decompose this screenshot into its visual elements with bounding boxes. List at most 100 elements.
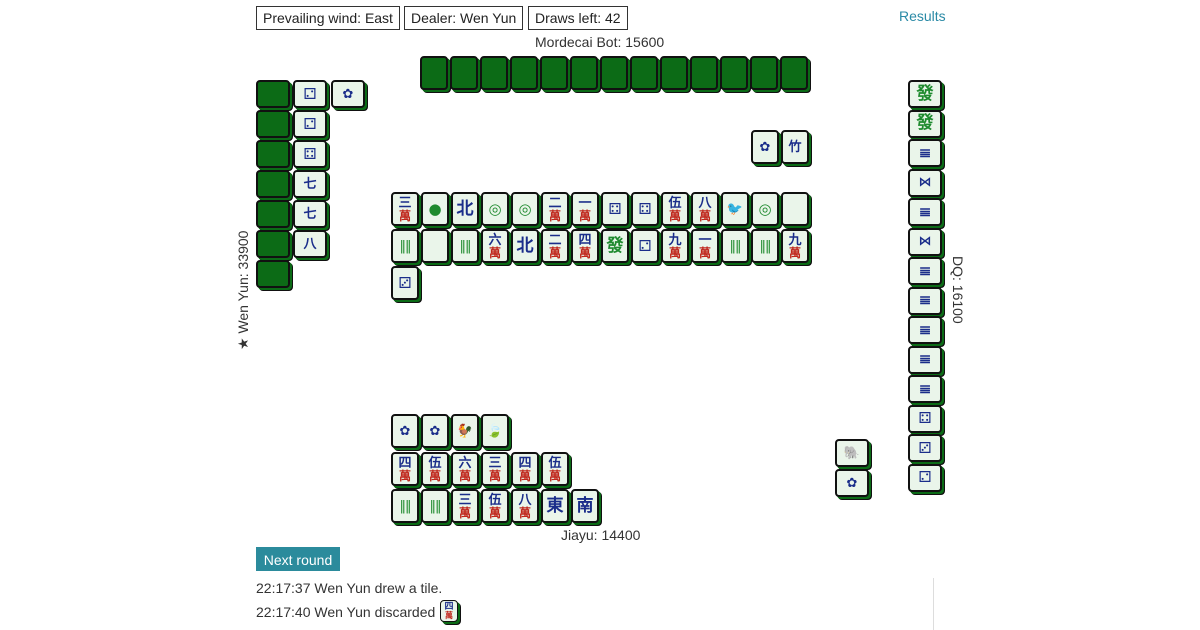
- discard-tile: ⚂: [391, 266, 419, 300]
- left-hand-tile: [256, 80, 290, 108]
- right-meld-tile: 𝍣: [908, 198, 942, 226]
- discard-tile: 北: [451, 192, 479, 226]
- top-hand-tile: [750, 56, 778, 90]
- left-meld-tile: ⚁: [293, 110, 327, 138]
- bottom-meld-tile: 六萬: [451, 452, 479, 486]
- right-meld-tile: 𝍣: [908, 345, 942, 374]
- discard-tile: ‖‖: [391, 229, 419, 263]
- discard-tile: 北: [511, 229, 539, 263]
- discard-tile: ‖‖: [751, 229, 779, 263]
- right-meld-tile: ⚂: [908, 434, 942, 462]
- player-bottom-label: Jiayu: 14400: [561, 527, 641, 543]
- discard-tile: 九萬: [781, 229, 809, 263]
- left-hand-tile: [256, 110, 290, 138]
- discard-tile: ⚁: [631, 229, 659, 263]
- top-hand-tile: [780, 56, 808, 90]
- bottom-hand-tile[interactable]: ‖‖: [391, 489, 419, 523]
- right-meld-tile: 𝍣: [908, 286, 942, 315]
- bottom-meld-tile: 伍萬: [421, 452, 449, 486]
- top-hand-tile: [480, 56, 508, 90]
- bottom-hand-tile[interactable]: 八萬: [511, 489, 539, 523]
- bottom-bonus-tile: 🐓: [451, 414, 479, 448]
- dealer-badge: Dealer: Wen Yun: [404, 6, 524, 30]
- top-hand-tile: [510, 56, 538, 90]
- discard-tile: 二萬: [541, 229, 569, 263]
- prevailing-wind-badge: Prevailing wind: East: [256, 6, 400, 30]
- log-divider: [933, 578, 934, 630]
- top-hand-tile: [630, 56, 658, 90]
- top-hand-tile: [540, 56, 568, 90]
- top-bonus-tile: ✿: [751, 130, 779, 164]
- left-hand-tile: [256, 260, 290, 288]
- right-meld-tile: 𝍣: [908, 139, 942, 167]
- right-bonus-tile: 🐘: [835, 439, 869, 467]
- discard-tile: [781, 192, 809, 226]
- discard-tile: ⚃: [601, 192, 629, 226]
- right-meld-tile: 發: [908, 80, 942, 108]
- player-left-label: ★ Wen Yun: 33900: [235, 230, 251, 350]
- right-meld-tile: ⋈: [908, 227, 942, 256]
- right-meld-tile: 發: [908, 109, 942, 138]
- discard-tile: 八萬: [691, 192, 719, 226]
- top-hand-tile: [690, 56, 718, 90]
- discard-tile: ◎: [481, 192, 509, 226]
- player-right-label: DQ: 16100: [950, 256, 966, 324]
- right-meld-tile: 𝍣: [908, 257, 942, 285]
- bottom-bonus-tile: ✿: [421, 414, 449, 448]
- discard-tile: 🐦: [721, 192, 749, 226]
- discard-tile: 六萬: [481, 229, 509, 263]
- discard-tile: ◎: [511, 192, 539, 226]
- bottom-hand-tile[interactable]: 伍萬: [481, 489, 509, 523]
- left-flower-tile: ✿: [331, 80, 365, 108]
- left-meld-tile: ⚃: [293, 140, 327, 168]
- left-meld-tile: ⚁: [293, 80, 327, 108]
- left-hand-tile: [256, 230, 290, 258]
- bottom-meld-tile: 三萬: [481, 452, 509, 486]
- right-meld-tile: 𝍣: [908, 375, 942, 403]
- bottom-hand-tile[interactable]: 南: [571, 489, 599, 523]
- log-entry: 22:17:40 Wen Yun discarded: [256, 604, 436, 620]
- left-hand-tile: [256, 170, 290, 198]
- discard-tile: [421, 229, 449, 263]
- bottom-hand-tile[interactable]: ‖‖: [421, 489, 449, 523]
- log-entry: 22:17:37 Wen Yun drew a tile.: [256, 580, 443, 596]
- discard-tile: ‖‖: [451, 229, 479, 263]
- next-round-button[interactable]: Next round: [256, 547, 340, 571]
- discard-tile: ◎: [751, 192, 779, 226]
- bottom-bonus-tile: ✿: [391, 414, 419, 448]
- discard-tile: ●: [421, 192, 449, 226]
- discard-tile: 九萬: [661, 229, 689, 263]
- right-bonus-tile: ✿: [835, 469, 869, 497]
- bottom-bonus-tile: 🍃: [481, 414, 509, 448]
- discard-tile: 一萬: [691, 229, 719, 263]
- left-hand-tile: [256, 200, 290, 228]
- discard-tile: 一萬: [571, 192, 599, 226]
- top-hand-tile: [720, 56, 748, 90]
- results-link[interactable]: Results: [899, 8, 946, 24]
- discard-tile: ‖‖: [721, 229, 749, 263]
- right-meld-tile: ⋈: [908, 168, 942, 197]
- top-hand-tile: [420, 56, 448, 90]
- discard-tile: 三萬: [391, 192, 419, 226]
- right-meld-tile: 𝍣: [908, 316, 942, 344]
- left-meld-tile: 七: [293, 200, 327, 228]
- draws-left-badge: Draws left: 42: [528, 6, 628, 30]
- top-hand-tile: [660, 56, 688, 90]
- right-meld-tile: ⚃: [908, 404, 942, 433]
- bottom-hand-tile[interactable]: 三萬: [451, 489, 479, 523]
- left-meld-tile: 八: [293, 230, 327, 258]
- discard-tile: 伍萬: [661, 192, 689, 226]
- player-top-label: Mordecai Bot: 15600: [535, 34, 665, 50]
- top-bonus-tile: 竹: [781, 130, 809, 164]
- top-hand-tile: [600, 56, 628, 90]
- left-meld-tile: 七: [293, 170, 327, 198]
- top-hand-tile: [450, 56, 478, 90]
- discard-tile: 二萬: [541, 192, 569, 226]
- discard-tile: ⚃: [631, 192, 659, 226]
- discard-tile: 發: [601, 229, 629, 263]
- right-meld-tile: ⚁: [908, 463, 942, 492]
- bottom-hand-tile[interactable]: 東: [541, 489, 569, 523]
- bottom-meld-tile: 伍萬: [541, 452, 569, 486]
- discard-tile: 四萬: [571, 229, 599, 263]
- log-discarded-tile: 四萬: [440, 600, 458, 622]
